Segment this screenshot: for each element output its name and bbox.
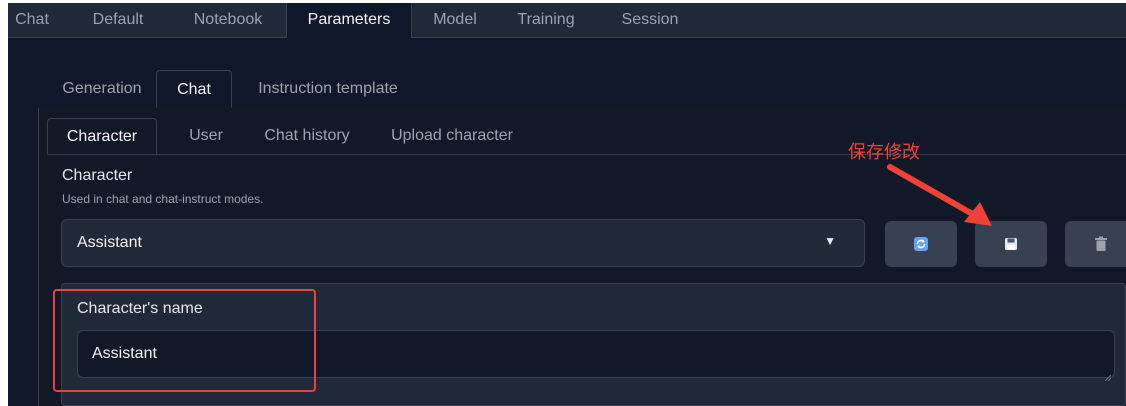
tab-user[interactable]: User — [173, 118, 239, 154]
save-icon — [1005, 238, 1017, 250]
tab-model[interactable]: Model — [422, 3, 488, 37]
tab-generation[interactable]: Generation — [48, 70, 156, 108]
tab-instruction-template[interactable]: Instruction template — [243, 70, 413, 108]
highlight-box — [53, 289, 316, 392]
character-dropdown[interactable]: Assistant ▼ — [61, 219, 865, 267]
arrow-icon — [887, 164, 992, 226]
tab-session[interactable]: Session — [608, 3, 692, 37]
delete-button[interactable] — [1065, 221, 1126, 267]
tab-upload-character[interactable]: Upload character — [377, 118, 527, 154]
tab-chat-history[interactable]: Chat history — [251, 118, 363, 154]
top-navigation: Chat Default Notebook Parameters Model T… — [8, 3, 1126, 38]
tab-notebook[interactable]: Notebook — [178, 3, 278, 37]
trash-icon — [1095, 236, 1107, 251]
refresh-icon — [914, 237, 928, 251]
character-info: Used in chat and chat-instruct modes. — [62, 192, 264, 206]
character-label: Character — [62, 167, 133, 184]
chat-subtabs: Character User Chat history Upload chara… — [47, 118, 1126, 155]
parameters-subnav: Generation Chat Instruction template — [38, 70, 1126, 109]
tab-default[interactable]: Default — [78, 3, 158, 37]
character-selected: Assistant — [77, 234, 142, 251]
tab-training[interactable]: Training — [504, 3, 588, 37]
tab-chat[interactable]: Chat — [8, 3, 56, 37]
tab-character[interactable]: Character — [47, 118, 157, 154]
tab-param-chat[interactable]: Chat — [156, 70, 232, 108]
chevron-down-icon: ▼ — [824, 234, 836, 248]
resize-handle-icon[interactable] — [1104, 368, 1112, 382]
tab-parameters[interactable]: Parameters — [286, 3, 412, 38]
